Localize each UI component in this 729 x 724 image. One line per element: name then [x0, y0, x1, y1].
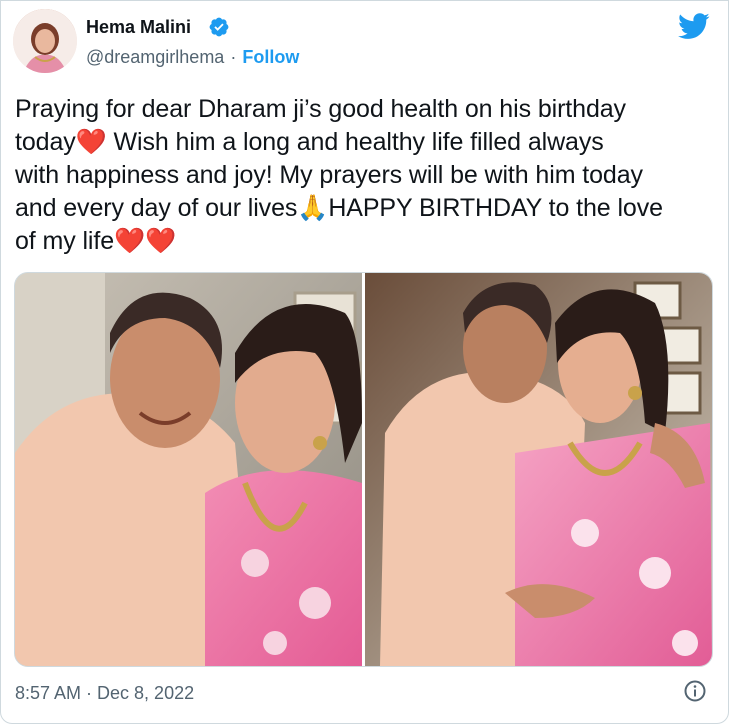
twitter-bird-icon[interactable]	[678, 13, 710, 40]
handle-row: @dreamgirlhema · Follow	[86, 45, 299, 69]
follow-button[interactable]: Follow	[242, 47, 299, 67]
author-name[interactable]: Hema Malini	[86, 15, 191, 39]
tweet-text: Praying for dear Dharam ji’s good health…	[15, 93, 715, 258]
tweet-line-4a: and every day of our lives	[15, 194, 298, 222]
timestamp[interactable]: 8:57 AM · Dec 8, 2022	[15, 681, 194, 705]
avatar[interactable]	[13, 9, 77, 73]
separator: ·	[230, 47, 237, 67]
avatar-image	[13, 9, 77, 73]
pray-emoji-icon: 🙏	[297, 194, 329, 222]
info-icon[interactable]	[683, 679, 707, 703]
heart-emoji-icon: ❤️	[75, 128, 107, 156]
tweet-line-4b: HAPPY BIRTHDAY to the love	[328, 194, 663, 222]
tweet-line-2b: Wish him a long and healthy life filled …	[106, 128, 604, 156]
verified-badge-icon	[209, 17, 229, 37]
heart-emoji-icon: ❤️	[145, 227, 177, 255]
photo-2[interactable]	[365, 273, 712, 666]
tweet-line-5a: of my life	[15, 227, 115, 255]
photo-couple-2	[365, 273, 712, 666]
tweet-line-2a: today	[15, 128, 76, 156]
photo-1[interactable]	[15, 273, 362, 666]
author-handle[interactable]: @dreamgirlhema	[86, 47, 224, 67]
tweet-line-3: with happiness and joy! My prayers will …	[15, 161, 643, 189]
photo-couple-1	[15, 273, 362, 666]
tweet-card: Hema Malini @dreamgirlhema · Follow Prayin…	[0, 0, 729, 724]
media-grid	[14, 272, 713, 667]
tweet-line-1: Praying for dear Dharam ji’s good health…	[15, 95, 626, 123]
heart-emoji-icon: ❤️	[114, 227, 146, 255]
